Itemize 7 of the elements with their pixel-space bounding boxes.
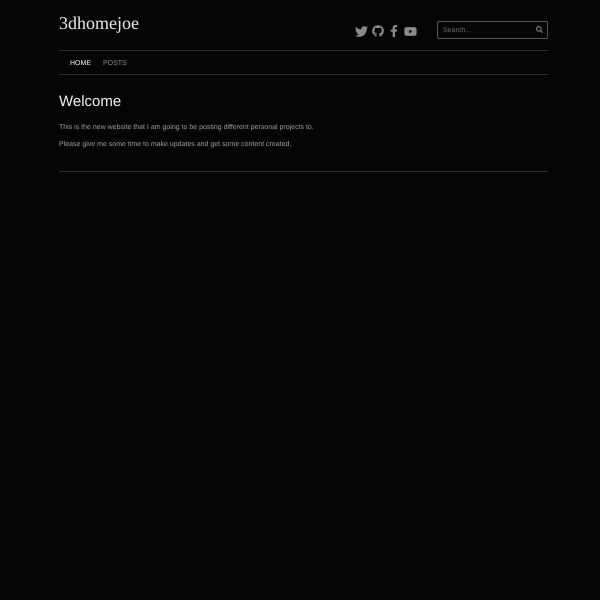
- twitter-icon[interactable]: [355, 24, 368, 38]
- page-heading: Welcome: [59, 93, 122, 111]
- search-icon[interactable]: [536, 26, 543, 33]
- youtube-icon[interactable]: [404, 24, 417, 38]
- site-title[interactable]: 3dhomejoe: [59, 12, 139, 34]
- facebook-icon[interactable]: [388, 25, 400, 37]
- github-icon[interactable]: [372, 25, 384, 37]
